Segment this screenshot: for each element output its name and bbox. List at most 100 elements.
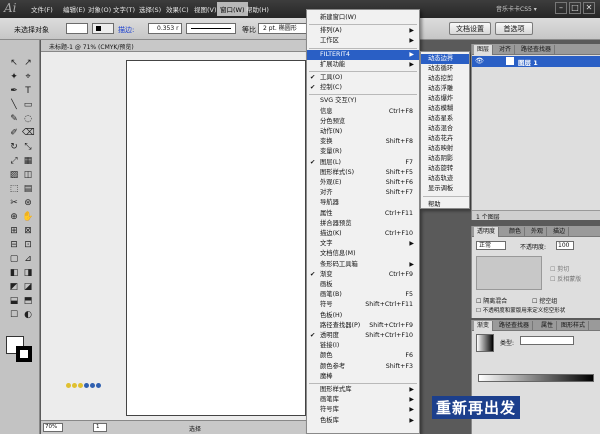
window-menu-item[interactable]: 画板 xyxy=(307,280,419,290)
submenu-item[interactable]: 动态挖剪 xyxy=(421,74,469,84)
document-tab[interactable]: 未标题-1 @ 71% (CMYK/预览) xyxy=(41,40,309,52)
window-menu-item[interactable]: 变换 Shift+F8 xyxy=(307,137,419,147)
menu-1[interactable]: 文件(F) xyxy=(31,4,53,14)
tool-23-icon[interactable]: ⊕ xyxy=(8,211,20,223)
window-menu-item[interactable]: 渐变 ✔ Ctrl+F9 xyxy=(307,270,419,280)
menu-2[interactable]: 编辑(E) xyxy=(63,4,85,14)
layer-row[interactable]: 👁 图层 1 xyxy=(472,56,600,67)
tool-5-icon[interactable]: ✒ xyxy=(8,85,20,97)
tool-37-icon[interactable]: ☐ xyxy=(8,309,20,321)
window-menu-item[interactable]: 拼合器预览 xyxy=(307,219,419,229)
submenu-item[interactable]: 帮助 xyxy=(421,200,469,210)
zoom-select[interactable]: 70% xyxy=(43,423,63,432)
tool-17-icon[interactable]: ▨ xyxy=(8,169,20,181)
window-menu-item[interactable]: 画笔(B) F5 xyxy=(307,290,419,300)
preferences-button[interactable]: 首选项 xyxy=(495,22,533,35)
submenu-item[interactable]: 动态阴影 xyxy=(421,154,469,164)
window-menu-item[interactable]: SVG 交互(Y) xyxy=(307,96,419,106)
tab-attributes[interactable]: 属性 xyxy=(538,321,558,331)
submenu-item[interactable]: 动态星系 xyxy=(421,114,469,124)
workspace-switcher[interactable]: 音乐卡卡CS5 ▾ xyxy=(496,4,537,13)
minimize-icon[interactable]: – xyxy=(555,2,567,14)
tool-36-icon[interactable]: ⬒ xyxy=(22,295,34,307)
menu-3[interactable]: 对象(O) xyxy=(88,4,111,14)
gradient-slider[interactable] xyxy=(478,374,594,382)
clip-checkbox[interactable]: ☐ 剪切 xyxy=(550,264,569,273)
submenu-item[interactable]: 动态混合 xyxy=(421,124,469,134)
menu-9[interactable]: 帮助(H) xyxy=(246,4,269,14)
artboard[interactable] xyxy=(126,60,306,416)
stroke-label[interactable]: 描边: xyxy=(118,25,134,35)
window-menu-item[interactable]: 工具(O) ✔ xyxy=(307,73,419,83)
tool-9-icon[interactable]: ✎ xyxy=(8,113,20,125)
tab-transparency[interactable]: 透明度 xyxy=(474,227,500,237)
knockout-group-checkbox[interactable]: ☐ 挖空组 xyxy=(532,296,557,305)
submenu-item[interactable]: 动态旋转 xyxy=(421,164,469,174)
window-menu-item[interactable]: 导航器 xyxy=(307,198,419,208)
maximize-icon[interactable]: □ xyxy=(569,2,581,14)
gradient-swatch[interactable] xyxy=(476,334,494,352)
tool-26-icon[interactable]: ⊠ xyxy=(22,225,34,237)
window-menu-item[interactable]: 符号库 ▶ xyxy=(307,405,419,415)
tool-38-icon[interactable]: ◐ xyxy=(22,309,34,321)
submenu-item[interactable]: 动态边界 xyxy=(421,54,469,64)
window-menu-item[interactable]: 文档信息(M) xyxy=(307,249,419,259)
menu-6[interactable]: 效果(C) xyxy=(166,4,189,14)
invert-mask-checkbox[interactable]: ☐ 反相蒙版 xyxy=(550,274,581,283)
tab-pathfinder[interactable]: 路径查找器 xyxy=(518,45,556,55)
window-menu-item[interactable]: 画笔库 ▶ xyxy=(307,395,419,405)
tool-7-icon[interactable]: ╲ xyxy=(8,99,20,111)
menu-5[interactable]: 选择(S) xyxy=(139,4,161,14)
window-menu-item[interactable]: 魔棒 xyxy=(307,372,419,382)
submenu-item[interactable]: 动态花卉 xyxy=(421,134,469,144)
menu-4[interactable]: 文字(T) xyxy=(113,4,135,14)
tab-color[interactable]: 颜色 xyxy=(506,227,526,237)
tool-20-icon[interactable]: ▤ xyxy=(22,183,34,195)
tool-32-icon[interactable]: ◨ xyxy=(22,267,34,279)
tool-14-icon[interactable]: ⤡ xyxy=(22,141,34,153)
window-menu-item[interactable]: 描边(K) Ctrl+F10 xyxy=(307,229,419,239)
tool-4-icon[interactable]: ⌖ xyxy=(22,71,34,83)
tool-27-icon[interactable]: ⊟ xyxy=(8,239,20,251)
menu-7[interactable]: 视图(V) xyxy=(194,4,217,14)
window-menu-item[interactable]: 动作(N) xyxy=(307,127,419,137)
tab-align[interactable]: 对齐 xyxy=(496,45,516,55)
tool-18-icon[interactable]: ◫ xyxy=(22,169,34,181)
tab-graphic-styles[interactable]: 图形样式 xyxy=(558,321,590,331)
tool-8-icon[interactable]: ▭ xyxy=(22,99,34,111)
submenu-item[interactable]: 动态循环 xyxy=(421,64,469,74)
stroke-color-icon[interactable] xyxy=(16,346,32,362)
tool-35-icon[interactable]: ⬓ xyxy=(8,295,20,307)
tab-pathfinder-2[interactable]: 路径查找器 xyxy=(496,321,534,331)
submenu-item[interactable]: 动态模糊 xyxy=(421,104,469,114)
submenu-item[interactable]: 动态轨迹 xyxy=(421,174,469,184)
tool-1-icon[interactable]: ↖ xyxy=(8,57,20,69)
window-menu-item[interactable]: 符号 Shift+Ctrl+F11 xyxy=(307,300,419,310)
submenu-item[interactable]: 显示调板 xyxy=(421,184,469,194)
tab-layers[interactable]: 图层 xyxy=(474,45,494,55)
tool-31-icon[interactable]: ◧ xyxy=(8,267,20,279)
tool-24-icon[interactable]: ✋ xyxy=(22,211,34,223)
submenu-item[interactable]: 动态爆炸 xyxy=(421,94,469,104)
isolate-blending-checkbox[interactable]: ☐ 隔离混合 xyxy=(476,296,507,305)
tool-28-icon[interactable]: ⊡ xyxy=(22,239,34,251)
window-menu-item[interactable]: 外观(E) Shift+F6 xyxy=(307,178,419,188)
tool-10-icon[interactable]: ◌ xyxy=(22,113,34,125)
window-menu-item[interactable]: 透明度 ✔ Shift+Ctrl+F10 xyxy=(307,331,419,341)
window-menu-item[interactable]: FILTERIT4 ▶ xyxy=(307,49,419,60)
window-menu-item[interactable]: 图形样式库 ▶ xyxy=(307,385,419,395)
tool-25-icon[interactable]: ⊞ xyxy=(8,225,20,237)
window-menu-item[interactable]: 变量(R) xyxy=(307,147,419,157)
tool-29-icon[interactable]: ▢ xyxy=(8,253,20,265)
eye-icon[interactable]: 👁 xyxy=(475,57,484,65)
tool-6-icon[interactable]: T xyxy=(22,85,34,97)
window-menu-item[interactable]: 图层(L) ✔ F7 xyxy=(307,158,419,168)
window-menu-item[interactable]: 条形码工具箱 ▶ xyxy=(307,260,419,270)
variable-width-profile[interactable] xyxy=(186,23,236,34)
tool-21-icon[interactable]: ✂ xyxy=(8,197,20,209)
window-menu-item[interactable]: 图形样式(S) Shift+F5 xyxy=(307,168,419,178)
tab-gradient[interactable]: 渐变 xyxy=(474,321,494,331)
tool-13-icon[interactable]: ↻ xyxy=(8,141,20,153)
tab-stroke[interactable]: 描边 xyxy=(550,227,570,237)
window-menu-item[interactable]: 属性 Ctrl+F11 xyxy=(307,209,419,219)
